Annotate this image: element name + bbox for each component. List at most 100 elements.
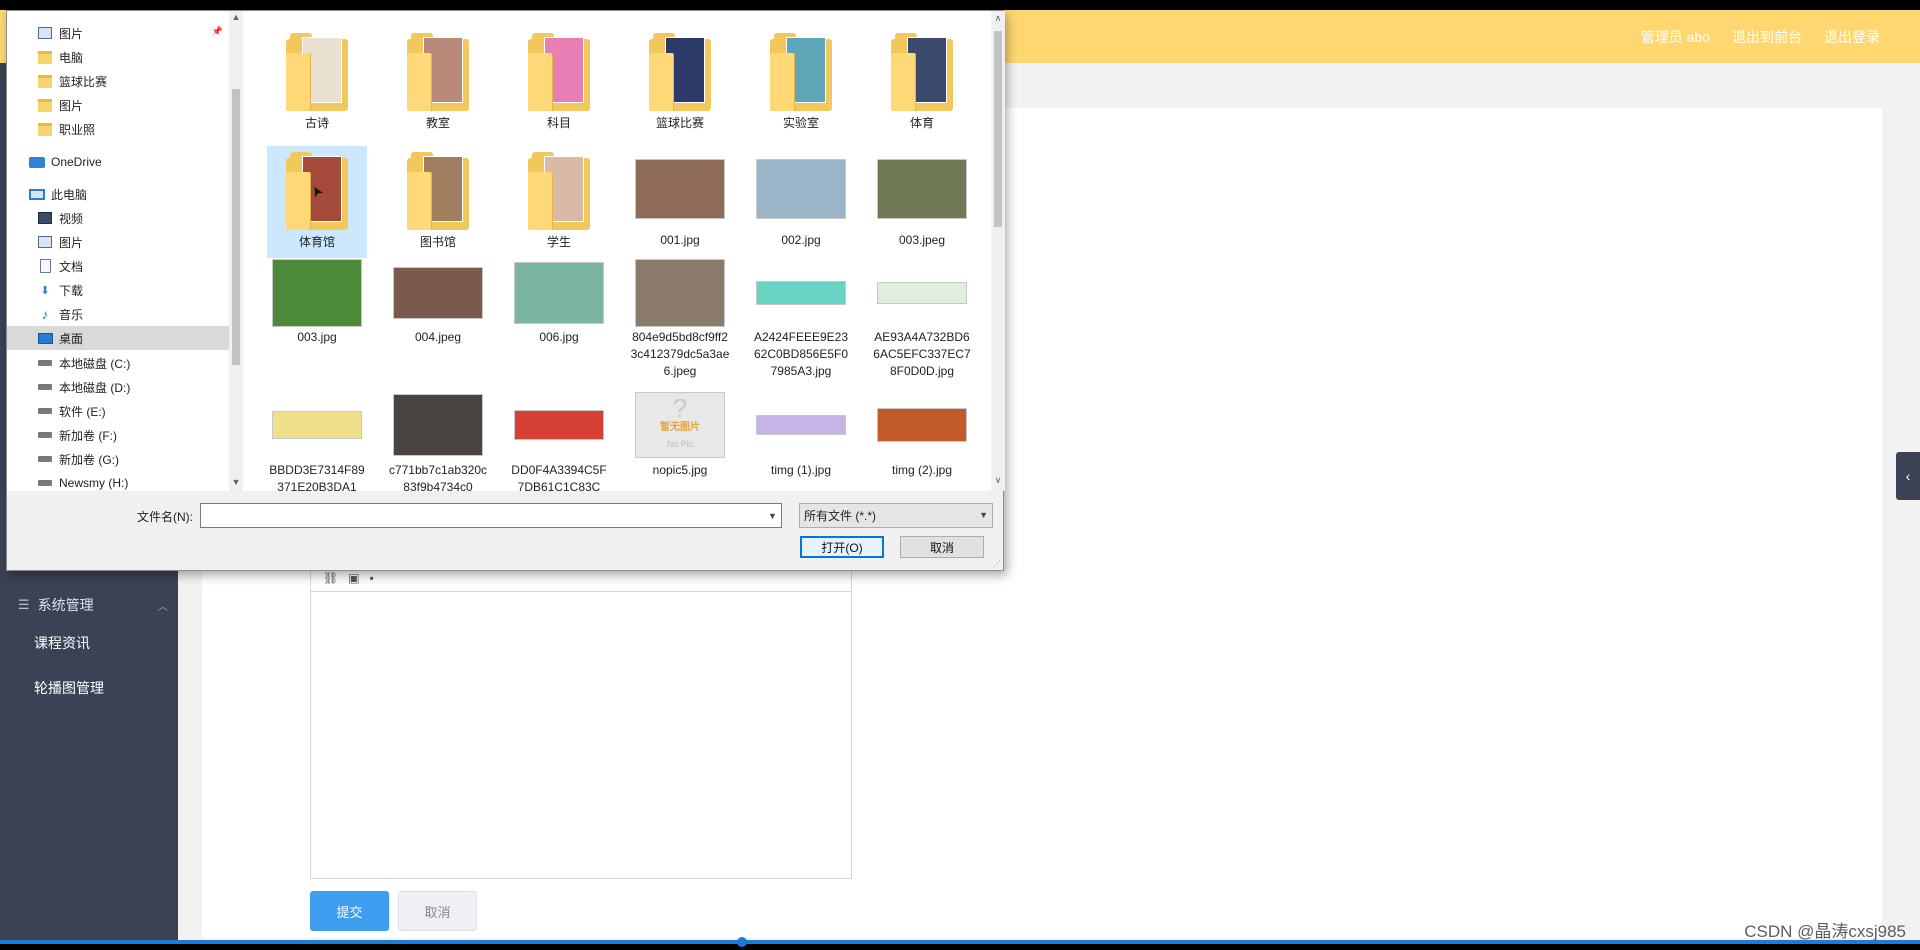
image-file-item[interactable]: 006.jpg xyxy=(509,257,609,385)
nav-item[interactable]: 本地磁盘 (D:) xyxy=(7,375,229,399)
nav-item[interactable]: 新加卷 (F:) xyxy=(7,423,229,447)
scroll-thumb[interactable] xyxy=(994,31,1002,227)
nav-item[interactable]: 桌面 xyxy=(7,326,229,350)
image-file-item[interactable]: 002.jpg xyxy=(751,146,851,258)
chevron-left-icon[interactable]: ‹ xyxy=(1896,452,1920,500)
image-file-item[interactable]: A2424FEEE9E2362C0BD856E5F07985A3.jpg xyxy=(751,257,851,385)
folder-item[interactable]: 体育馆 xyxy=(267,146,367,258)
image-file-item[interactable]: 003.jpeg xyxy=(872,146,972,258)
folder-icon xyxy=(286,33,348,113)
save-icon[interactable]: ▪ xyxy=(370,571,374,585)
nav-item[interactable]: 文档 xyxy=(7,254,229,278)
nav-item-label: 桌面 xyxy=(59,331,84,346)
nav-item[interactable]: Newsmy (H:) xyxy=(7,471,229,491)
folder-item[interactable]: 教室 xyxy=(388,27,488,130)
nav-item[interactable]: 图片 📌 xyxy=(7,21,229,45)
nav-item[interactable]: 此电脑 xyxy=(7,182,229,206)
image-file-item[interactable]: 004.jpeg xyxy=(388,257,488,385)
image-file-item[interactable]: AE93A4A732BD66AC5EFC337EC78F0D0D.jpg xyxy=(872,257,972,385)
cancel-button[interactable]: 取消 xyxy=(398,891,477,931)
image-file-item[interactable]: 001.jpg xyxy=(630,146,730,258)
folder-item[interactable]: 实验室 xyxy=(751,27,851,130)
file-list: 古诗 教室 科目 篮球比赛 实验室 体育体育馆 图书馆 学生 001.jpg 002.jpg 003… xyxy=(243,11,1005,491)
nav-item[interactable]: ♪ 音乐 xyxy=(7,302,229,326)
image-thumbnail xyxy=(877,282,967,304)
sidebar-item-carousel[interactable]: 轮播图管理 xyxy=(34,673,104,703)
drive-icon xyxy=(37,380,53,394)
nav-item-label: 职业照 xyxy=(59,122,96,137)
image-thumbnail xyxy=(272,259,362,327)
nav-item-label: 新加卷 (G:) xyxy=(59,452,119,467)
nav-item[interactable]: 职业照 xyxy=(7,117,229,141)
rich-text-editor[interactable]: ⛓ ▣ ▪ xyxy=(310,564,852,879)
folder-item[interactable]: 篮球比赛 xyxy=(630,27,730,130)
drive-icon xyxy=(37,356,53,370)
file-name-label: BBDD3E7314F89371E20B3DA1 xyxy=(269,463,365,491)
image-file-item[interactable]: 804e9d5bd8cf9ff23c412379dc5a3ae6.jpeg xyxy=(630,257,730,385)
image-file-item[interactable]: 003.jpg xyxy=(267,257,367,385)
nav-item[interactable]: 新加卷 (G:) xyxy=(7,447,229,471)
folder-item[interactable]: 图书馆 xyxy=(388,146,488,258)
folder-icon xyxy=(407,152,469,232)
nav-item-label: 新加卷 (F:) xyxy=(59,428,117,443)
chevron-up-icon: ︿ xyxy=(158,602,168,613)
image-icon[interactable]: ▣ xyxy=(348,571,359,585)
resize-grip-icon[interactable]: ⋰ xyxy=(993,559,1001,568)
image-file-item[interactable]: timg (1).jpg xyxy=(751,388,851,488)
image-file-item[interactable]: DD0F4A3394C5F7DB61C1C83C xyxy=(509,388,609,491)
file-name-label: DD0F4A3394C5F7DB61C1C83C xyxy=(511,463,607,491)
scroll-down-icon[interactable]: ∨ xyxy=(991,475,1005,486)
back-to-frontend-link[interactable]: 退出到前台 xyxy=(1732,27,1802,47)
admin-user-label[interactable]: 管理员 abo xyxy=(1641,27,1710,47)
scroll-down-icon[interactable]: ▼ xyxy=(229,477,243,487)
nav-item[interactable]: 电脑 xyxy=(7,45,229,69)
chevron-down-icon[interactable]: ▼ xyxy=(764,504,781,527)
image-thumbnail xyxy=(393,394,483,456)
folder-item[interactable]: 体育 xyxy=(872,27,972,130)
link-icon[interactable]: ⛓ xyxy=(323,571,338,585)
file-name-label: 003.jpeg xyxy=(898,233,946,247)
file-list-scrollbar[interactable]: ∧ ∨ xyxy=(991,11,1005,491)
image-thumbnail xyxy=(635,259,725,327)
nav-item[interactable]: 软件 (E:) xyxy=(7,399,229,423)
image-thumbnail xyxy=(877,159,967,219)
file-name-label: c771bb7c1ab320c83f9b4734c0 xyxy=(388,463,488,491)
scroll-thumb[interactable] xyxy=(232,89,240,365)
logout-link[interactable]: 退出登录 xyxy=(1824,27,1880,47)
file-name-label: 001.jpg xyxy=(660,233,700,247)
image-file-item[interactable]: BBDD3E7314F89371E20B3DA1 xyxy=(267,388,367,491)
file-name-label: 804e9d5bd8cf9ff23c412379dc5a3ae6.jpeg xyxy=(630,330,730,378)
nav-item[interactable]: 本地磁盘 (C:) xyxy=(7,351,229,375)
image-file-item[interactable]: timg (2).jpg xyxy=(872,388,972,488)
computer-icon xyxy=(29,187,45,201)
video-icon xyxy=(37,211,53,225)
image-thumbnail xyxy=(514,262,604,324)
folder-item[interactable]: 学生 xyxy=(509,146,609,258)
nav-item[interactable]: 篮球比赛 xyxy=(7,69,229,93)
sidebar-group-system[interactable]: ☰ 系统管理 ︿ xyxy=(18,590,168,620)
submit-button[interactable]: 提交 xyxy=(310,891,389,931)
download-icon: ⬇ xyxy=(40,284,50,297)
scroll-up-icon[interactable]: ∧ xyxy=(991,13,1005,24)
open-button[interactable]: 打开(O) xyxy=(800,536,884,558)
folder-item[interactable]: 科目 xyxy=(509,27,609,130)
filename-input[interactable] xyxy=(200,503,782,528)
dialog-cancel-button[interactable]: 取消 xyxy=(900,536,984,558)
image-thumbnail xyxy=(514,410,604,440)
folder-item[interactable]: 古诗 xyxy=(267,27,367,130)
image-file-item[interactable]: c771bb7c1ab320c83f9b4734c0 xyxy=(388,388,488,491)
image-thumbnail xyxy=(756,415,846,435)
filetype-select[interactable]: 所有文件 (*.*) ▼ xyxy=(799,503,993,528)
sidebar-item-course-news[interactable]: 课程资讯 xyxy=(34,628,90,658)
nav-item[interactable]: 视频 xyxy=(7,206,229,230)
nav-item[interactable]: 图片 xyxy=(7,93,229,117)
thumbnail-caption: 暂无图片 xyxy=(660,422,700,433)
image-file-item[interactable]: ? 暂无图片 No Pic nopic5.jpg xyxy=(630,388,730,488)
nav-item[interactable]: 图片 xyxy=(7,230,229,254)
nav-item-label: 此电脑 xyxy=(51,187,88,202)
nav-item[interactable]: ⬇ 下载 xyxy=(7,278,229,302)
folder-icon xyxy=(407,33,469,113)
navigation-scrollbar[interactable]: ▲ ▼ xyxy=(229,11,243,491)
scroll-up-icon[interactable]: ▲ xyxy=(229,12,243,22)
nav-item[interactable]: OneDrive xyxy=(7,150,229,174)
